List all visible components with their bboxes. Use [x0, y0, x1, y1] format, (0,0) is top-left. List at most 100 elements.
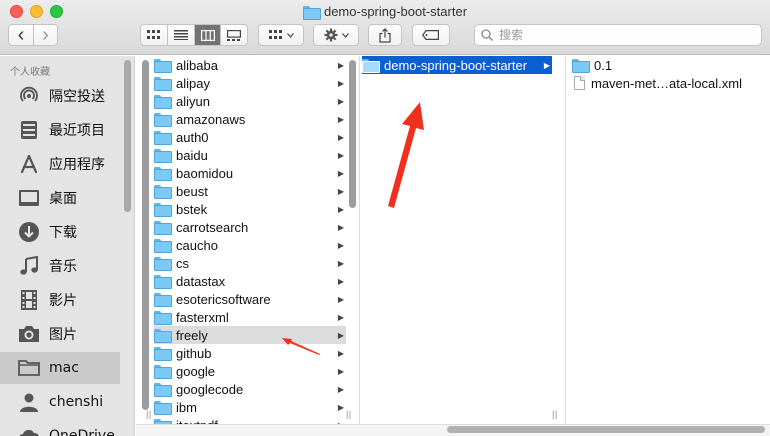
tag-button[interactable] — [412, 24, 450, 46]
list-item[interactable]: alipay ▶ — [154, 74, 346, 92]
disclosure-arrow-icon: ▶ — [337, 402, 345, 412]
list-view-button[interactable] — [167, 25, 194, 45]
list-item[interactable]: aliyun ▶ — [154, 92, 346, 110]
applications-icon — [18, 153, 40, 175]
sidebar-item-music[interactable]: 音乐 — [0, 250, 120, 282]
disclosure-arrow-icon: ▶ — [337, 150, 345, 160]
sidebar: 个人收藏 隔空投送 最近项目 应用程序 桌面 下载 音乐 影片 图片 mac c… — [0, 56, 135, 436]
list-item[interactable]: beust ▶ — [154, 182, 346, 200]
gallery-view-button[interactable] — [220, 25, 247, 45]
window-title: demo-spring-boot-starter — [0, 3, 770, 21]
disclosure-arrow-icon: ▶ — [337, 168, 345, 178]
column-resize-handle[interactable]: | | — [346, 409, 351, 419]
list-item-selected[interactable]: demo-spring-boot-starter ▶ — [362, 56, 552, 74]
disclosure-arrow-icon: ▶ — [337, 186, 345, 196]
list-item[interactable]: baidu ▶ — [154, 146, 346, 164]
list-item[interactable]: maven-met…ata-local.xml — [574, 74, 766, 92]
list-item[interactable]: alibaba ▶ — [154, 56, 346, 74]
chevron-left-icon: ‹ — [17, 24, 25, 46]
disclosure-arrow-icon: ▶ — [337, 312, 345, 322]
airdrop-icon — [18, 85, 40, 107]
disclosure-arrow-icon: ▶ — [337, 348, 345, 358]
sidebar-item-label: chenshi — [49, 394, 104, 410]
disclosure-arrow-icon: ▶ — [337, 384, 345, 394]
back-button[interactable]: ‹ — [9, 25, 33, 45]
list-item[interactable]: carrotsearch ▶ — [154, 218, 346, 236]
chevron-down-icon — [286, 32, 294, 38]
sidebar-item-chenshi[interactable]: chenshi — [0, 386, 120, 418]
sidebar-item-applications[interactable]: 应用程序 — [0, 148, 120, 180]
list-item[interactable]: datastax ▶ — [154, 272, 346, 290]
column-resize-handle[interactable]: | | — [146, 409, 151, 419]
disclosure-arrow-icon: ▶ — [337, 366, 345, 376]
column-view-button[interactable] — [193, 25, 221, 45]
horizontal-scrollbar[interactable] — [447, 426, 765, 433]
sidebar-item-movies[interactable]: 影片 — [0, 284, 120, 316]
search-input[interactable] — [499, 28, 739, 42]
sidebar-item-downloads[interactable]: 下载 — [0, 216, 120, 248]
list-item[interactable]: ibm ▶ — [154, 398, 346, 416]
disclosure-arrow-icon: ▶ — [337, 204, 345, 214]
sidebar-item-label: 下载 — [49, 225, 77, 241]
browser-column-1: alibaba ▶ alipay ▶ aliyun ▶ amazonaws ▶ auth… — [136, 56, 358, 424]
chevron-down-icon — [341, 32, 349, 38]
sidebar-section-favorites: 个人收藏 — [10, 67, 50, 78]
folder-icon — [572, 59, 590, 73]
folder-icon — [154, 59, 172, 73]
list-item[interactable]: googlecode ▶ — [154, 380, 346, 398]
icon-grid-icon — [147, 30, 161, 39]
action-menu-button[interactable] — [313, 24, 359, 46]
icon-view-button[interactable] — [141, 25, 167, 45]
sidebar-item-pictures[interactable]: 图片 — [0, 318, 120, 350]
sidebar-item-mac[interactable]: mac — [0, 352, 120, 384]
disclosure-arrow-icon: ▶ — [337, 132, 345, 142]
folder-icon — [154, 275, 172, 289]
sidebar-item-recents[interactable]: 最近项目 — [0, 114, 120, 146]
column-1-vertical-scrollbar[interactable] — [349, 60, 356, 208]
group-by-button[interactable] — [258, 24, 304, 46]
list-item[interactable]: caucho ▶ — [154, 236, 346, 254]
sidebar-item-label: 隔空投送 — [49, 89, 105, 105]
list-item[interactable]: auth0 ▶ — [154, 128, 346, 146]
forward-button[interactable]: › — [32, 25, 57, 45]
disclosure-arrow-icon: ▶ — [337, 258, 345, 268]
sidebar-scrollbar[interactable] — [124, 60, 131, 212]
folder-icon — [154, 167, 172, 181]
folder-icon — [154, 383, 172, 397]
disclosure-arrow-icon: ▶ — [337, 96, 345, 106]
list-item[interactable]: amazonaws ▶ — [154, 110, 346, 128]
folder-icon — [154, 311, 172, 325]
folder-icon — [154, 95, 172, 109]
sidebar-item-airdrop[interactable]: 隔空投送 — [0, 80, 120, 112]
folder-icon — [154, 77, 172, 91]
folder-icon — [154, 203, 172, 217]
downloads-icon — [18, 221, 40, 243]
sidebar-item-label: 桌面 — [49, 191, 77, 207]
sidebar-item-label: 应用程序 — [49, 157, 105, 173]
folder-icon — [154, 293, 172, 307]
share-button[interactable] — [368, 24, 402, 46]
list-item[interactable]: fasterxml ▶ — [154, 308, 346, 326]
column-resize-handle[interactable]: | | — [552, 409, 557, 419]
disclosure-arrow-icon: ▶ — [337, 60, 345, 70]
folder-icon — [362, 59, 380, 73]
movies-icon — [18, 289, 40, 311]
search-field[interactable] — [474, 24, 762, 46]
list-item[interactable]: bstek ▶ — [154, 200, 346, 218]
tag-icon — [422, 30, 439, 40]
list-item[interactable]: 0.1 — [572, 56, 764, 74]
sidebar-item-label: 音乐 — [49, 259, 77, 275]
share-icon — [379, 27, 391, 43]
list-item[interactable]: cs ▶ — [154, 254, 346, 272]
list-item[interactable]: google ▶ — [154, 362, 346, 380]
sidebar-item-label: 影片 — [49, 293, 77, 309]
disclosure-arrow-icon: ▶ — [337, 276, 345, 286]
list-item[interactable]: baomidou ▶ — [154, 164, 346, 182]
folder-icon — [154, 347, 172, 361]
list-item[interactable]: esotericsoftware ▶ — [154, 290, 346, 308]
sidebar-item-onedrive[interactable]: OneDrive — [0, 420, 120, 436]
list-item[interactable]: itextpdf▶ — [154, 416, 346, 424]
sidebar-item-desktop[interactable]: 桌面 — [0, 182, 120, 214]
column-1-scrollbar[interactable] — [142, 60, 149, 410]
disclosure-arrow-icon: ▶ — [337, 240, 345, 250]
